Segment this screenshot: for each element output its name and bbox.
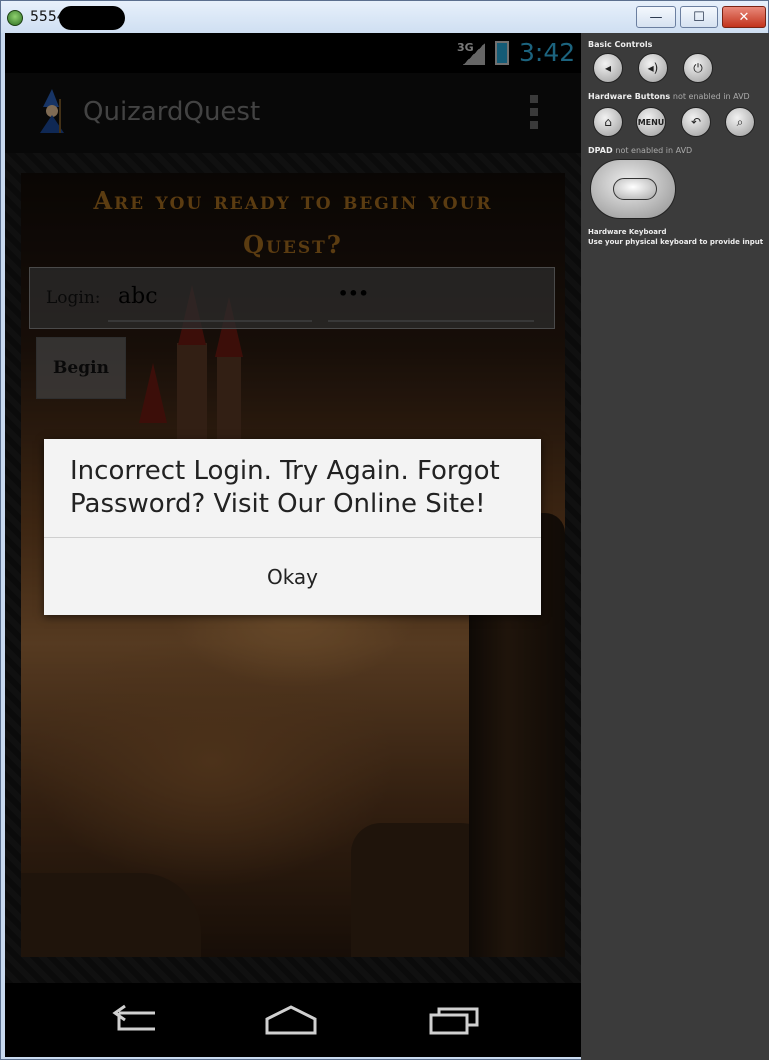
- hardware-keyboard-note: Hardware Keyboard Use your physical keyb…: [588, 227, 763, 247]
- dpad-label: DPAD not enabled in AVD: [588, 146, 692, 155]
- volume-down-icon[interactable]: ◂: [593, 53, 623, 83]
- okay-button[interactable]: Okay: [44, 538, 541, 615]
- emulator-window: 5554 — ☐ ✕ 3G 3:42 QuizardQuest: [0, 0, 769, 1060]
- hardware-buttons-label: Hardware Buttons not enabled in AVD: [588, 92, 750, 101]
- hardware-buttons-note: not enabled in AVD: [672, 92, 750, 101]
- back-icon[interactable]: [103, 1001, 163, 1039]
- error-dialog: Incorrect Login. Try Again. Forgot Passw…: [44, 439, 541, 615]
- home-icon[interactable]: [261, 1001, 321, 1039]
- redacted-title-block: [59, 6, 125, 30]
- hardware-keyboard-title: Hardware Keyboard: [588, 228, 667, 236]
- emulator-app-icon: [7, 10, 23, 26]
- title-bar: 5554 — ☐ ✕: [1, 1, 768, 33]
- dpad-note: not enabled in AVD: [615, 146, 693, 155]
- volume-up-icon[interactable]: ◂): [638, 53, 668, 83]
- recent-apps-icon[interactable]: [425, 1001, 485, 1039]
- hardware-buttons-title: Hardware Buttons: [588, 92, 671, 101]
- dpad-center-button[interactable]: [613, 178, 657, 200]
- close-button[interactable]: ✕: [722, 6, 766, 28]
- dpad-control[interactable]: [590, 159, 676, 219]
- back-hardware-icon[interactable]: ↶: [681, 107, 711, 137]
- hardware-keyboard-hint: Use your physical keyboard to provide in…: [588, 238, 764, 246]
- power-icon[interactable]: ⏻: [683, 53, 713, 83]
- device-screen: 3G 3:42 QuizardQuest: [5, 33, 581, 1057]
- search-icon[interactable]: ⌕: [725, 107, 755, 137]
- dpad-title: DPAD: [588, 146, 613, 155]
- basic-controls-label: Basic Controls: [588, 40, 653, 49]
- home-hardware-icon[interactable]: ⌂: [593, 107, 623, 137]
- maximize-button[interactable]: ☐: [680, 6, 718, 28]
- emulator-control-panel: Basic Controls ◂ ◂) ⏻ Hardware Buttons n…: [581, 33, 769, 1060]
- menu-hardware-button[interactable]: MENU: [636, 107, 666, 137]
- dialog-message: Incorrect Login. Try Again. Forgot Passw…: [70, 456, 500, 519]
- navigation-bar: [5, 983, 581, 1057]
- minimize-button[interactable]: —: [636, 6, 676, 28]
